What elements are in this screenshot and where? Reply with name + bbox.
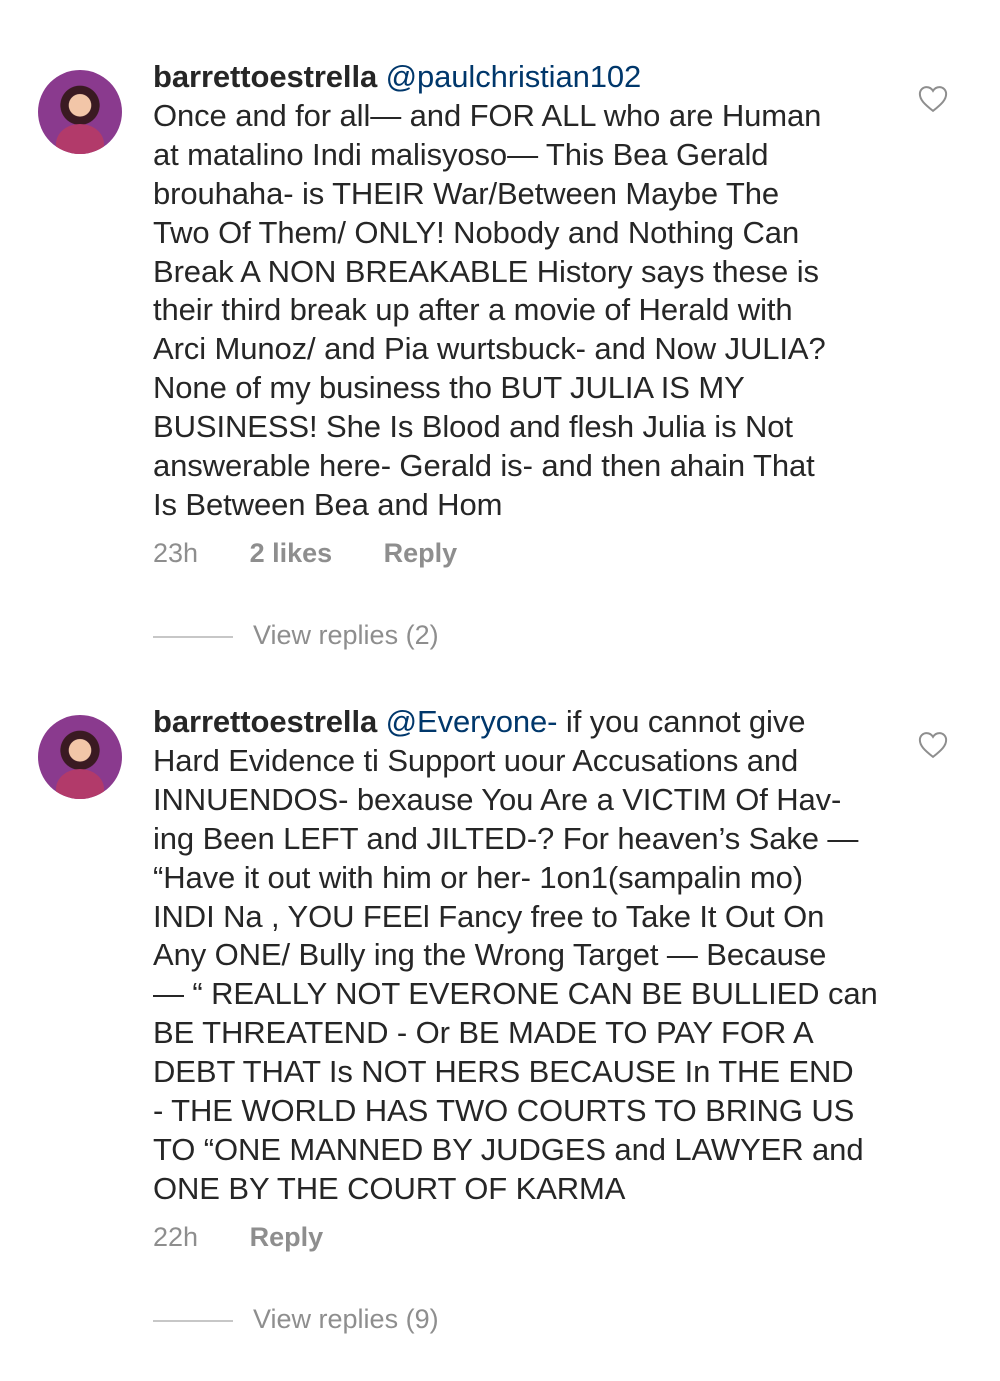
comment-line: INDI Na , YOU FEEl Fancy free to Take It… bbox=[153, 898, 825, 934]
heart-outline-icon[interactable] bbox=[918, 85, 948, 113]
comment-time: 23h bbox=[153, 538, 199, 568]
comment-line: Any ONE/ Bully ing the Wrong Target — Be… bbox=[153, 937, 827, 973]
comment-mention[interactable]: @Everyone- bbox=[386, 704, 558, 739]
reply-button[interactable]: Reply bbox=[384, 538, 458, 569]
comment-time: 22h bbox=[153, 1222, 199, 1252]
comment-line: answerable here- Gerald is- and then aha… bbox=[153, 448, 815, 484]
comment-meta: 22h Reply bbox=[153, 1222, 323, 1253]
comment-line: if you cannot give bbox=[557, 704, 806, 739]
comment-line: INNUENDOS- bexause You Are a VICTIM Of H… bbox=[153, 781, 842, 817]
reply-button[interactable]: Reply bbox=[250, 1222, 324, 1253]
comment-username[interactable]: barrettoestrella bbox=[153, 704, 377, 739]
comment-line: their third break up after a movie of He… bbox=[153, 292, 793, 328]
divider bbox=[153, 635, 233, 638]
comment-line: brouhaha- is THEIR War/Between Maybe The bbox=[153, 175, 780, 211]
comment-line: Break A NON BREAKABLE History says these… bbox=[153, 253, 819, 289]
avatar[interactable] bbox=[38, 715, 122, 799]
avatar[interactable] bbox=[38, 70, 122, 154]
comment-mention[interactable]: @paulchristian102 bbox=[386, 59, 642, 94]
comment-line: TO “ONE MANNED BY JUDGES and LAWYER and bbox=[153, 1131, 864, 1167]
comment-line: None of my business tho BUT JULIA IS MY bbox=[153, 370, 745, 406]
comment-meta: 23h 2 likes Reply bbox=[153, 538, 457, 569]
comment-line: BUSINESS! She Is Blood and flesh Julia i… bbox=[153, 409, 793, 445]
comment-line: at matalino Indi malisyoso— This Bea Ger… bbox=[153, 136, 769, 172]
comment-line: DEBT THAT Is NOT HERS BECAUSE In THE END bbox=[153, 1054, 854, 1090]
comment-line: Hard Evidence ti Support uour Accusation… bbox=[153, 742, 799, 778]
comment-body: barrettoestrella @paulchristian102 Once … bbox=[153, 58, 893, 525]
divider bbox=[153, 1319, 233, 1322]
comment-line: — “ REALLY NOT EVERONE CAN BE BULLIED ca… bbox=[153, 976, 878, 1012]
comment-line: “Have it out with him or her- 1on1(sampa… bbox=[153, 859, 803, 895]
comment-line: Once and for all— and FOR ALL who are Hu… bbox=[153, 97, 822, 133]
comment-line: ing Been LEFT and JILTED-? For heaven’s … bbox=[153, 820, 859, 856]
comment-username[interactable]: barrettoestrella bbox=[153, 59, 377, 94]
view-replies-button[interactable]: View replies (2) bbox=[153, 620, 439, 651]
comment-line: - THE WORLD HAS TWO COURTS TO BRING US bbox=[153, 1093, 855, 1129]
comment-likes[interactable]: 2 likes bbox=[250, 538, 333, 569]
view-replies-label: View replies (2) bbox=[253, 620, 439, 650]
comment-line: BE THREATEND - Or BE MADE TO PAY FOR A bbox=[153, 1015, 814, 1051]
view-replies-label: View replies (9) bbox=[253, 1304, 439, 1334]
view-replies-button[interactable]: View replies (9) bbox=[153, 1304, 439, 1335]
heart-outline-icon[interactable] bbox=[918, 731, 948, 759]
comment-line: Two Of Them/ ONLY! Nobody and Nothing Ca… bbox=[153, 214, 800, 250]
comment-body: barrettoestrella @Everyone- if you canno… bbox=[153, 703, 893, 1209]
comment-line: ONE BY THE COURT OF KARMA bbox=[153, 1170, 626, 1206]
comment-line: Is Between Bea and Hom bbox=[153, 486, 503, 522]
comment-line: Arci Munoz/ and Pia wurtsbuck- and Now J… bbox=[153, 331, 826, 367]
